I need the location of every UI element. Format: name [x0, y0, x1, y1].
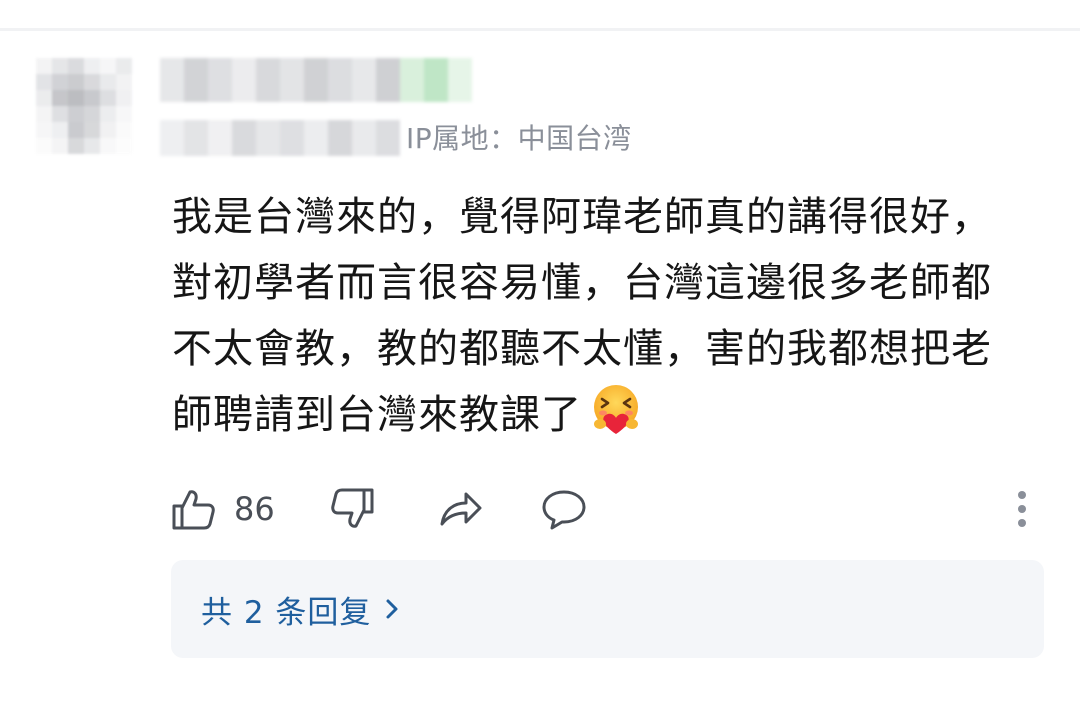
share-arrow-icon: [440, 492, 482, 526]
dislike-button[interactable]: [330, 484, 376, 534]
thumbs-down-icon: [331, 488, 374, 528]
share-button[interactable]: [436, 484, 484, 534]
more-options-button[interactable]: [1010, 484, 1034, 534]
reply-button[interactable]: [540, 484, 588, 534]
thumbs-up-icon: [172, 490, 215, 530]
ip-location: IP属地：中国台湾: [406, 122, 632, 155]
chevron-right-icon: [386, 599, 398, 619]
view-replies-button[interactable]: 共 2 条回复: [171, 560, 1044, 658]
comment-text: 我是台灣來的，覺得阿瑋老師真的講得很好，對初學者而言很容易懂，台灣這邊很多老師都…: [172, 194, 992, 438]
comment-bubble-icon: [542, 490, 586, 530]
comment-actions: 86: [170, 484, 1040, 534]
like-count: 86: [234, 490, 275, 528]
comment-body: 我是台灣來的，覺得阿瑋老師真的講得很好，對初學者而言很容易懂，台灣這邊很多老師都…: [172, 184, 1022, 448]
avatar[interactable]: [36, 58, 132, 154]
top-divider: [0, 28, 1080, 31]
replies-count-label: 共 2 条回复: [201, 594, 372, 631]
like-button[interactable]: 86: [170, 484, 275, 534]
more-vertical-icon: [1018, 491, 1026, 527]
username-redacted[interactable]: [160, 58, 472, 102]
post-meta-redacted: [160, 120, 400, 156]
hug-heart-emoji-icon: [594, 385, 638, 434]
